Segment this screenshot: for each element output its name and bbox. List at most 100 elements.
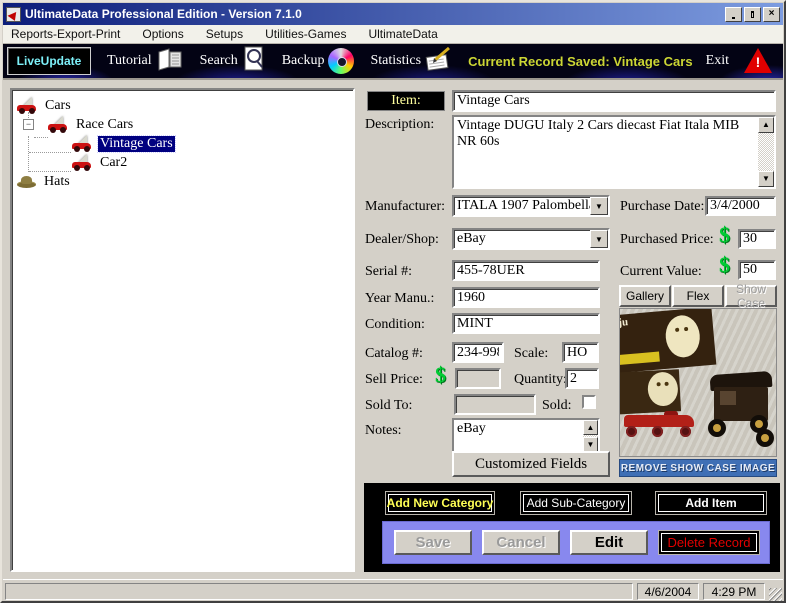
tree-item-label[interactable]: Car2 [98,155,129,171]
serial-input[interactable] [452,260,600,281]
chevron-down-icon[interactable]: ▼ [590,230,608,248]
description-scrollbar[interactable]: ▲ ▼ [758,117,774,187]
maximize-button[interactable] [744,7,761,22]
quantity-input[interactable] [565,368,599,389]
item-label: Item: [367,91,445,111]
resize-grip[interactable] [769,588,782,601]
menu-ultimatedata[interactable]: UltimateData [368,27,437,41]
scale-input[interactable] [562,342,599,363]
chevron-down-icon[interactable]: ▼ [590,197,608,215]
exit-button[interactable]: Exit [706,53,729,69]
exit-warning-icon[interactable]: ! [743,48,773,74]
statistics-notepad-icon[interactable] [425,46,455,77]
tree-item-cars[interactable]: Cars [12,96,353,115]
delete-record-button[interactable]: Delete Record [658,530,760,555]
add-item-button[interactable]: Add Item [655,491,767,515]
showcase-photo: ju [619,308,777,457]
tree-item-vintage-cars[interactable]: Vintage Cars [12,134,353,153]
menu-reports-export-print[interactable]: Reports-Export-Print [11,27,120,41]
toolbar: LiveUpdate Tutorial Search Backup Statis… [3,44,783,80]
dollar-icon: $ [719,254,730,276]
condition-input[interactable] [452,313,600,334]
search-button[interactable]: Search [200,53,238,69]
menu-setups[interactable]: Setups [206,27,243,41]
car-icon [17,97,37,114]
tutorial-button[interactable]: Tutorial [107,53,152,69]
manufacturer-label: Manufacturer: [365,199,445,215]
tab-show-case: Show Case [725,285,777,307]
search-magnifier-icon[interactable] [242,46,266,77]
sell-price-label: Sell Price: [365,372,423,388]
description-box: Vintage DUGU Italy 2 Cars diecast Fiat I… [452,115,776,189]
minimize-button[interactable] [725,7,742,22]
app-icon [6,7,21,22]
condition-label: Condition: [365,317,425,333]
dealer-label: Dealer/Shop: [365,232,439,248]
status-time: 4:29 PM [703,583,765,600]
statistics-button[interactable]: Statistics [370,53,421,69]
tree-item-car2[interactable]: Car2 [12,153,353,172]
scroll-up-icon[interactable]: ▲ [758,117,774,133]
minimize-icon [732,17,735,19]
warning-exclamation: ! [743,54,773,70]
app-window: UltimateData Professional Edition - Vers… [0,0,786,603]
close-icon: × [769,9,775,19]
current-value-label: Current Value: [620,264,702,280]
tree-item-race-cars[interactable]: − Race Cars [12,115,353,134]
photo-red-toy-car [624,411,696,437]
car-icon [72,154,92,171]
tab-gallery[interactable]: Gallery [619,285,671,307]
close-button[interactable]: × [763,7,780,22]
catalog-input[interactable] [452,342,504,363]
liveupdate-button[interactable]: LiveUpdate [7,47,91,75]
car-icon [72,135,92,152]
purchased-price-input[interactable] [738,229,776,249]
description-input[interactable]: Vintage DUGU Italy 2 Cars diecast Fiat I… [454,117,758,187]
purchase-date-input[interactable] [705,196,776,216]
car-icon [48,116,68,133]
hat-icon [17,174,36,189]
notes-scrollbar[interactable]: ▲ ▼ [583,420,598,452]
scroll-down-icon[interactable]: ▼ [758,171,774,187]
item-input[interactable] [452,90,776,112]
tree-item-hats[interactable]: Hats [12,172,353,191]
menu-options[interactable]: Options [142,27,183,41]
edit-button[interactable]: Edit [570,530,648,555]
customized-fields-button[interactable]: Customized Fields [452,451,610,477]
tab-flex[interactable]: Flex [672,285,724,307]
photo-box-text: ju [619,316,629,329]
dealer-dropdown[interactable]: eBay ▼ [452,228,610,250]
purchase-date-label: Purchase Date: [620,199,704,215]
quantity-label: Quantity: [514,372,567,388]
sold-label: Sold: [542,398,572,414]
year-input[interactable] [452,287,600,308]
category-tree: Cars − Race Cars Vintage Cars Car2 Hats [10,88,355,572]
photo-box-stripe [619,351,660,364]
remove-show-case-image-button[interactable]: REMOVE SHOW CASE IMAGE [619,459,777,477]
manufacturer-dropdown[interactable]: ITALA 1907 Palombella ▼ [452,195,610,217]
purchased-price-label: Purchased Price: [620,232,714,248]
year-label: Year Manu.: [365,291,434,307]
tree-item-label-selected[interactable]: Vintage Cars [98,136,175,152]
tree-item-label[interactable]: Race Cars [74,117,135,133]
backup-cd-icon[interactable] [328,48,354,74]
tree-item-label[interactable]: Hats [42,174,72,190]
sold-checkbox[interactable] [582,395,596,409]
notes-label: Notes: [365,423,402,439]
backup-button[interactable]: Backup [282,53,325,69]
menu-bar: Reports-Export-Print Options Setups Util… [3,25,783,44]
scroll-down-icon[interactable]: ▼ [583,437,598,452]
collapse-minus-icon[interactable]: − [23,119,34,130]
current-value-input[interactable] [738,260,776,280]
scroll-up-icon[interactable]: ▲ [583,420,598,435]
status-bar: 4/6/2004 4:29 PM [3,579,783,602]
notes-input[interactable]: eBay [454,420,583,452]
menu-utilities-games[interactable]: Utilities-Games [265,27,346,41]
add-sub-category-button[interactable]: Add Sub-Category [520,491,632,515]
add-new-category-button[interactable]: Add New Category [385,491,495,515]
owl-logo [664,314,702,359]
notes-box: eBay ▲ ▼ [452,418,600,454]
tutorial-book-icon[interactable] [156,47,184,76]
tree-item-label[interactable]: Cars [43,98,73,114]
photo-box [619,369,681,415]
